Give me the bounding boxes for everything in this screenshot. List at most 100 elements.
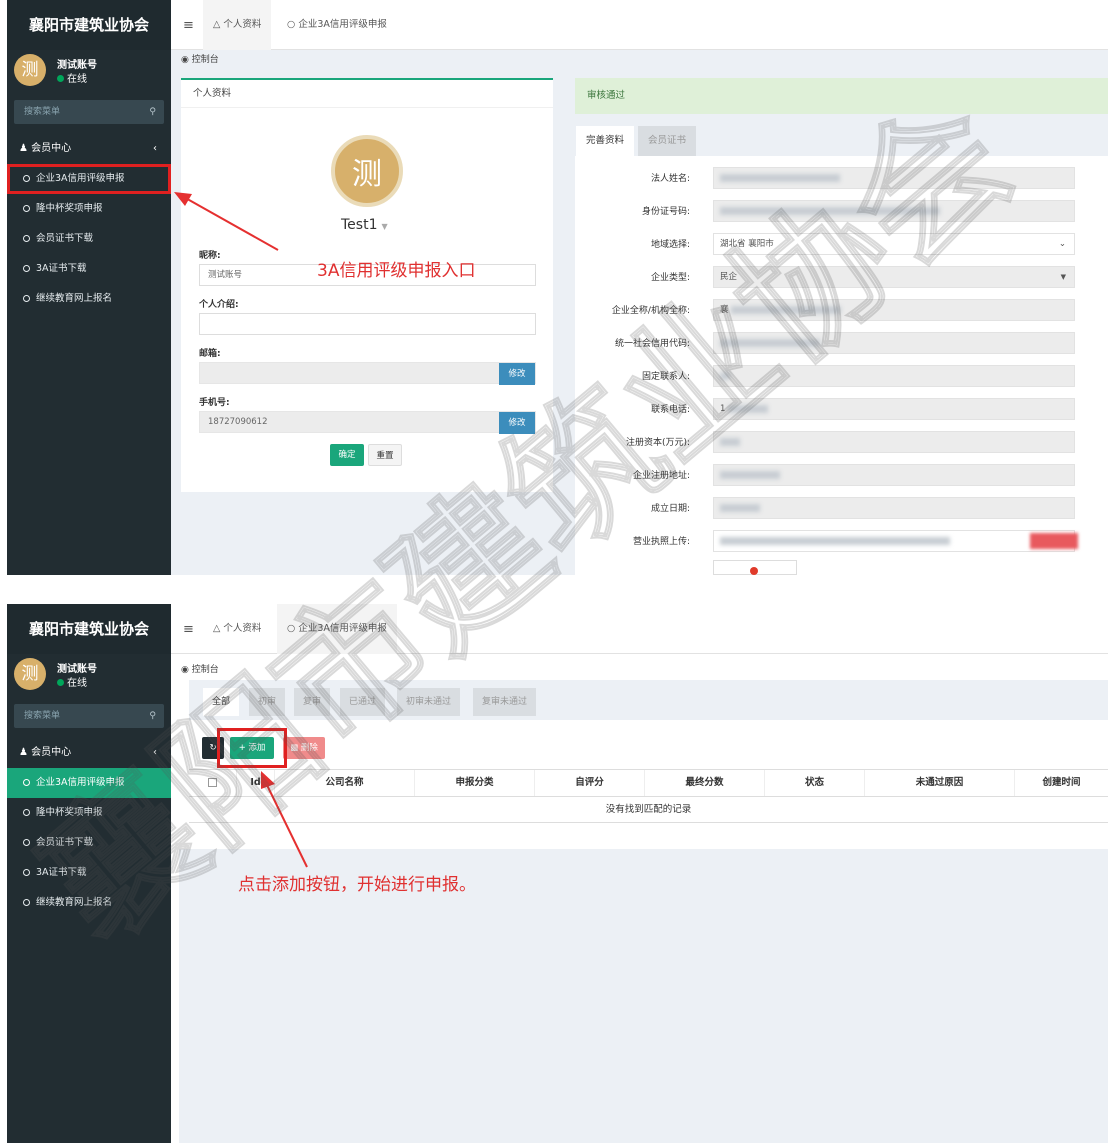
circle-icon: ○	[287, 623, 299, 634]
col-self-score[interactable]: 自评分	[535, 770, 645, 796]
refresh-icon: ↻	[209, 743, 217, 753]
dashboard-icon: ◉	[181, 55, 192, 65]
users-icon: ♟	[19, 747, 32, 758]
col-company[interactable]: 公司名称	[275, 770, 415, 796]
phone-field[interactable]: 18727090612 修改	[199, 411, 536, 434]
users-icon: ♟	[19, 143, 32, 154]
col-category[interactable]: 申报分类	[415, 770, 535, 796]
tab-complete-info[interactable]: 完善资料	[576, 126, 635, 156]
tab-profile[interactable]: △ 个人资料	[203, 0, 272, 50]
tab-member-cert[interactable]: 会员证书	[638, 126, 697, 156]
search-icon[interactable]: ⚲	[149, 100, 156, 124]
license-thumbnail[interactable]	[713, 560, 797, 575]
circle-icon	[23, 175, 30, 182]
user-name: 测试账号	[57, 664, 97, 675]
filter-second-review[interactable]: 复审	[294, 688, 331, 716]
menu-toggle-icon[interactable]: ≡	[183, 18, 194, 33]
chevron-down-icon: ⌄	[1058, 239, 1066, 249]
sidebar-item-longzhong-cup[interactable]: 隆中杯奖项申报	[7, 194, 171, 224]
user-icon: △	[213, 19, 224, 30]
search-input[interactable]: 搜索菜单 ⚲	[14, 704, 164, 728]
tab-profile[interactable]: △ 个人资料	[203, 604, 271, 654]
field-phone: 联系电话: 1	[575, 398, 1108, 422]
intro-field[interactable]	[199, 313, 536, 335]
col-final-score[interactable]: 最终分数	[645, 770, 765, 796]
filter-all[interactable]: 全部	[203, 688, 240, 716]
circle-icon	[23, 295, 30, 302]
field-credit-code: 统一社会信用代码:	[575, 332, 1108, 356]
phone-modify-button[interactable]: 修改	[499, 412, 535, 434]
table-header: Id 公司名称 申报分类 自评分 最终分数 状态 未通过原因 创建时间	[189, 769, 1108, 797]
menu-toggle-icon[interactable]: ≡	[183, 622, 194, 637]
col-created[interactable]: 创建时间	[1015, 770, 1108, 796]
circle-icon	[23, 869, 30, 876]
user-panel: 测 测试账号 在线	[7, 52, 171, 94]
field-license-upload: 营业执照上传:	[575, 530, 1108, 554]
avatar: 测	[14, 658, 46, 690]
profile-avatar[interactable]: 测	[331, 135, 403, 207]
field-company-name: 企业全称/机构全称: 襄	[575, 299, 1108, 323]
breadcrumb: ◉ 控制台	[181, 55, 219, 65]
user-icon: △	[213, 623, 224, 634]
sidebar-item-education[interactable]: 继续教育网上报名	[7, 888, 171, 918]
field-capital: 注册资本(万元):	[575, 431, 1108, 455]
filter-passed[interactable]: 已通过	[340, 688, 386, 716]
filter-second-failed[interactable]: 复审未通过	[473, 688, 537, 716]
circle-icon: ○	[287, 19, 299, 30]
sidebar: 襄阳市建筑业协会 测 测试账号 在线 搜索菜单 ⚲ ♟ 会员中心 ‹ 企业3A信用评…	[7, 0, 171, 575]
email-field[interactable]: 修改	[199, 362, 536, 385]
user-panel: 测 测试账号 在线	[7, 656, 171, 698]
profile-card: 个人资料 测 Test1 ▼ 昵称: 测试账号 个人介绍: 邮箱: 修改 手机号:…	[181, 78, 553, 492]
filter-first-failed[interactable]: 初审未通过	[397, 688, 461, 716]
caret-down-icon: ▼	[1060, 273, 1066, 281]
field-legal-person: 法人姓名:	[575, 167, 1108, 191]
col-fail-reason[interactable]: 未通过原因	[865, 770, 1015, 796]
confirm-button[interactable]: 确定	[330, 444, 364, 466]
annotation-entry: 3A信用评级申报入口	[317, 261, 476, 281]
display-name: Test1 ▼	[341, 217, 388, 233]
add-highlight-box	[217, 728, 287, 768]
avatar: 测	[14, 54, 46, 86]
card-title: 个人资料	[181, 80, 553, 108]
sidebar-item-longzhong-cup[interactable]: 隆中杯奖项申报	[7, 798, 171, 828]
circle-icon	[23, 265, 30, 272]
online-dot-icon	[57, 679, 64, 686]
col-id[interactable]: Id	[237, 770, 275, 796]
chevron-left-icon: ‹	[153, 747, 157, 758]
sidebar-item-3a-cert[interactable]: 3A证书下载	[7, 254, 171, 284]
reset-button[interactable]: 重置	[368, 444, 402, 466]
search-icon[interactable]: ⚲	[149, 704, 156, 728]
circle-icon	[23, 899, 30, 906]
email-modify-button[interactable]: 修改	[499, 363, 535, 385]
phone-label: 手机号:	[199, 398, 230, 408]
field-company-type: 企业类型: 民企 ▼	[575, 266, 1108, 290]
select-all-checkbox[interactable]	[189, 770, 237, 796]
search-input[interactable]: 搜索菜单 ⚲	[14, 100, 164, 124]
screenshot-profile: 襄阳市建筑业协会 测 测试账号 在线 搜索菜单 ⚲ ♟ 会员中心 ‹ 企业3A信用评…	[0, 0, 1108, 575]
tab-3a-rating[interactable]: ○ 企业3A信用评级申报	[277, 0, 397, 50]
dashboard-icon: ◉	[181, 665, 192, 675]
field-contact: 固定联系人:	[575, 365, 1108, 389]
sidebar-item-3a-cert[interactable]: 3A证书下载	[7, 858, 171, 888]
sidebar-item-3a-rating[interactable]: 企业3A信用评级申报	[7, 164, 171, 194]
circle-icon	[23, 235, 30, 242]
topbar: ≡ △ 个人资料 ○ 企业3A信用评级申报	[171, 604, 1108, 654]
delete-button[interactable]: ▩ 删除	[283, 737, 325, 759]
sidebar-item-3a-rating[interactable]: 企业3A信用评级申报	[7, 768, 171, 798]
user-name: 测试账号	[57, 60, 97, 71]
sidebar-group-member-center[interactable]: ♟ 会员中心 ‹	[7, 134, 171, 164]
sidebar-group-member-center[interactable]: ♟ 会员中心 ‹	[7, 738, 171, 768]
app-title: 襄阳市建筑业协会	[7, 604, 171, 654]
sidebar-item-member-cert[interactable]: 会员证书下载	[7, 224, 171, 254]
filter-first-review[interactable]: 初审	[249, 688, 286, 716]
tab-3a-rating[interactable]: ○ 企业3A信用评级申报	[277, 604, 397, 654]
user-status: 在线	[57, 674, 87, 689]
annotation-add: 点击添加按钮，开始进行申报。	[238, 875, 476, 895]
sidebar-item-member-cert[interactable]: 会员证书下载	[7, 828, 171, 858]
sidebar-item-education[interactable]: 继续教育网上报名	[7, 284, 171, 314]
app-title: 襄阳市建筑业协会	[7, 0, 171, 50]
screenshot-list: 襄阳市建筑业协会 测 测试账号 在线 搜索菜单 ⚲ ♟ 会员中心 ‹ 企业3A信用评…	[0, 604, 1108, 1143]
topbar: ≡ △ 个人资料 ○ 企业3A信用评级申报	[171, 0, 1108, 50]
col-status[interactable]: 状态	[765, 770, 865, 796]
trash-icon: ▩	[290, 743, 301, 753]
